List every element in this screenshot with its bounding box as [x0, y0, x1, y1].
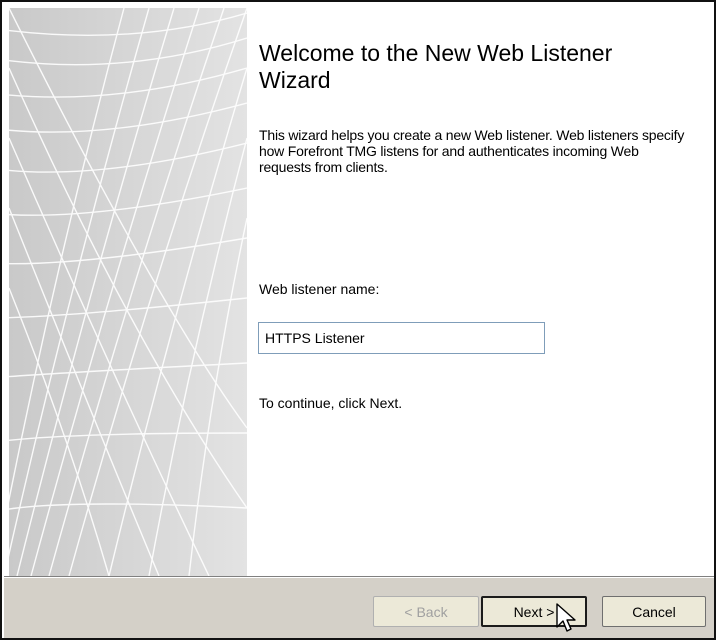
cancel-button[interactable]: Cancel — [602, 596, 706, 627]
wizard-content: Welcome to the New Web Listener Wizard T… — [247, 8, 714, 576]
wizard-footer: < Back Next > Cancel — [4, 576, 714, 638]
continue-hint: To continue, click Next. — [259, 395, 403, 411]
listener-name-label: Web listener name: — [259, 281, 380, 297]
wizard-side-graphic — [9, 8, 247, 576]
wizard-window: Welcome to the New Web Listener Wizard T… — [0, 0, 716, 640]
wizard-title: Welcome to the New Web Listener Wizard — [259, 40, 613, 93]
back-button[interactable]: < Back — [373, 596, 479, 627]
wizard-description: This wizard helps you create a new Web l… — [259, 127, 685, 175]
arrow-cursor-icon — [556, 603, 576, 632]
decorative-wave-icon — [9, 8, 247, 576]
listener-name-input[interactable] — [258, 322, 545, 354]
footer-divider — [4, 576, 714, 578]
